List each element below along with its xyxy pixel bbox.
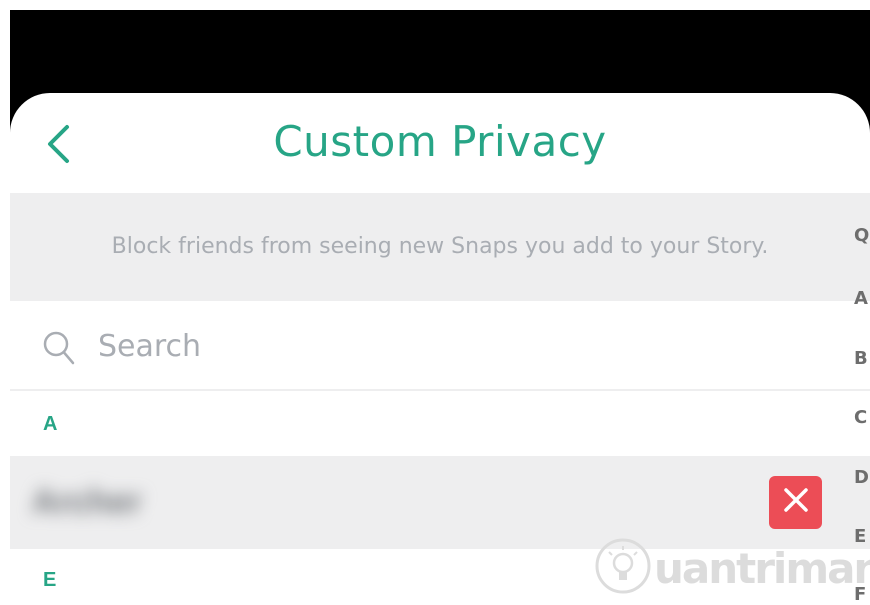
info-text: Block friends from seeing new Snaps you … <box>111 234 769 259</box>
section-header-a: A <box>43 413 58 435</box>
remove-friend-button[interactable] <box>769 476 822 529</box>
watermark-text: uantrimang <box>654 544 870 593</box>
index-letter[interactable]: A <box>854 288 868 309</box>
search-input[interactable] <box>96 323 800 369</box>
friend-name-blurred: Archer <box>32 483 142 521</box>
index-letter[interactable]: Q <box>854 225 869 246</box>
watermark: uantrimang <box>594 535 870 597</box>
search-bar[interactable] <box>10 301 870 391</box>
index-letter[interactable]: B <box>854 348 868 369</box>
search-icon <box>43 331 75 370</box>
section-header-e: E <box>43 569 57 591</box>
custom-privacy-sheet: Custom Privacy Block friends from seeing… <box>10 93 870 600</box>
header: Custom Privacy <box>10 93 870 193</box>
index-letter[interactable]: C <box>854 407 867 428</box>
index-letter[interactable]: D <box>854 467 869 488</box>
info-band: Block friends from seeing new Snaps you … <box>10 193 870 301</box>
lightbulb-icon <box>594 537 652 605</box>
close-icon <box>782 486 810 519</box>
page-title: Custom Privacy <box>273 117 607 166</box>
